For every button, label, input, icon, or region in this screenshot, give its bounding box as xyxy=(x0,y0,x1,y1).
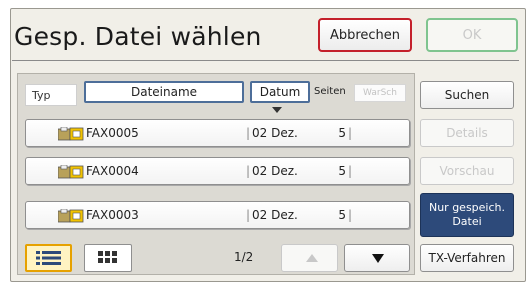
file-date: 02 Dez. xyxy=(246,126,298,140)
ok-button[interactable]: OK xyxy=(426,18,518,52)
preview-button[interactable]: Vorschau xyxy=(420,157,514,185)
file-pages: 5 xyxy=(338,164,352,178)
file-name: FAX0004 xyxy=(86,164,139,178)
list-view-icon xyxy=(36,251,61,265)
details-button[interactable]: Details xyxy=(420,119,514,147)
list-view-button[interactable] xyxy=(25,244,72,272)
arrow-up-icon xyxy=(306,254,318,262)
tx-procedure-button[interactable]: TX-Verfahren xyxy=(420,244,514,272)
file-date: 02 Dez. xyxy=(246,164,298,178)
column-header-warsch[interactable]: WarSch xyxy=(354,84,406,102)
file-row[interactable]: FAX0004 02 Dez. 5 xyxy=(25,157,410,185)
file-name: FAX0003 xyxy=(86,208,139,222)
page-up-button[interactable] xyxy=(281,244,338,272)
stored-files-only-button[interactable]: Nur gespeich. Datei xyxy=(420,193,514,237)
fax-file-icon xyxy=(58,165,84,179)
stored-files-only-label-line1: Nur gespeich. xyxy=(428,201,506,214)
column-header-dateiname[interactable]: Dateiname xyxy=(84,81,244,103)
fax-file-icon xyxy=(58,127,84,141)
grid-view-icon xyxy=(98,251,117,263)
title-divider xyxy=(12,60,519,61)
column-header-datum[interactable]: Datum xyxy=(250,81,310,103)
column-header-typ[interactable]: Typ xyxy=(25,84,77,106)
stored-files-only-label-line2: Datei xyxy=(452,215,482,228)
cancel-button[interactable]: Abbrechen xyxy=(318,18,412,52)
sort-descending-icon xyxy=(272,107,282,113)
dialog-title: Gesp. Datei wählen xyxy=(14,22,262,51)
file-date: 02 Dez. xyxy=(246,208,298,222)
page-indicator: 1/2 xyxy=(234,250,254,264)
page-down-button[interactable] xyxy=(344,244,410,272)
grid-view-button[interactable] xyxy=(84,244,132,272)
arrow-down-icon xyxy=(372,254,384,263)
column-header-seiten[interactable]: Seiten xyxy=(314,86,346,97)
search-button[interactable]: Suchen xyxy=(420,81,514,109)
file-pages: 5 xyxy=(338,208,352,222)
file-name: FAX0005 xyxy=(86,126,139,140)
file-row[interactable]: FAX0003 02 Dez. 5 xyxy=(25,201,410,229)
file-pages: 5 xyxy=(338,126,352,140)
file-row[interactable]: FAX0005 02 Dez. 5 xyxy=(25,119,410,147)
fax-file-icon xyxy=(58,209,84,223)
